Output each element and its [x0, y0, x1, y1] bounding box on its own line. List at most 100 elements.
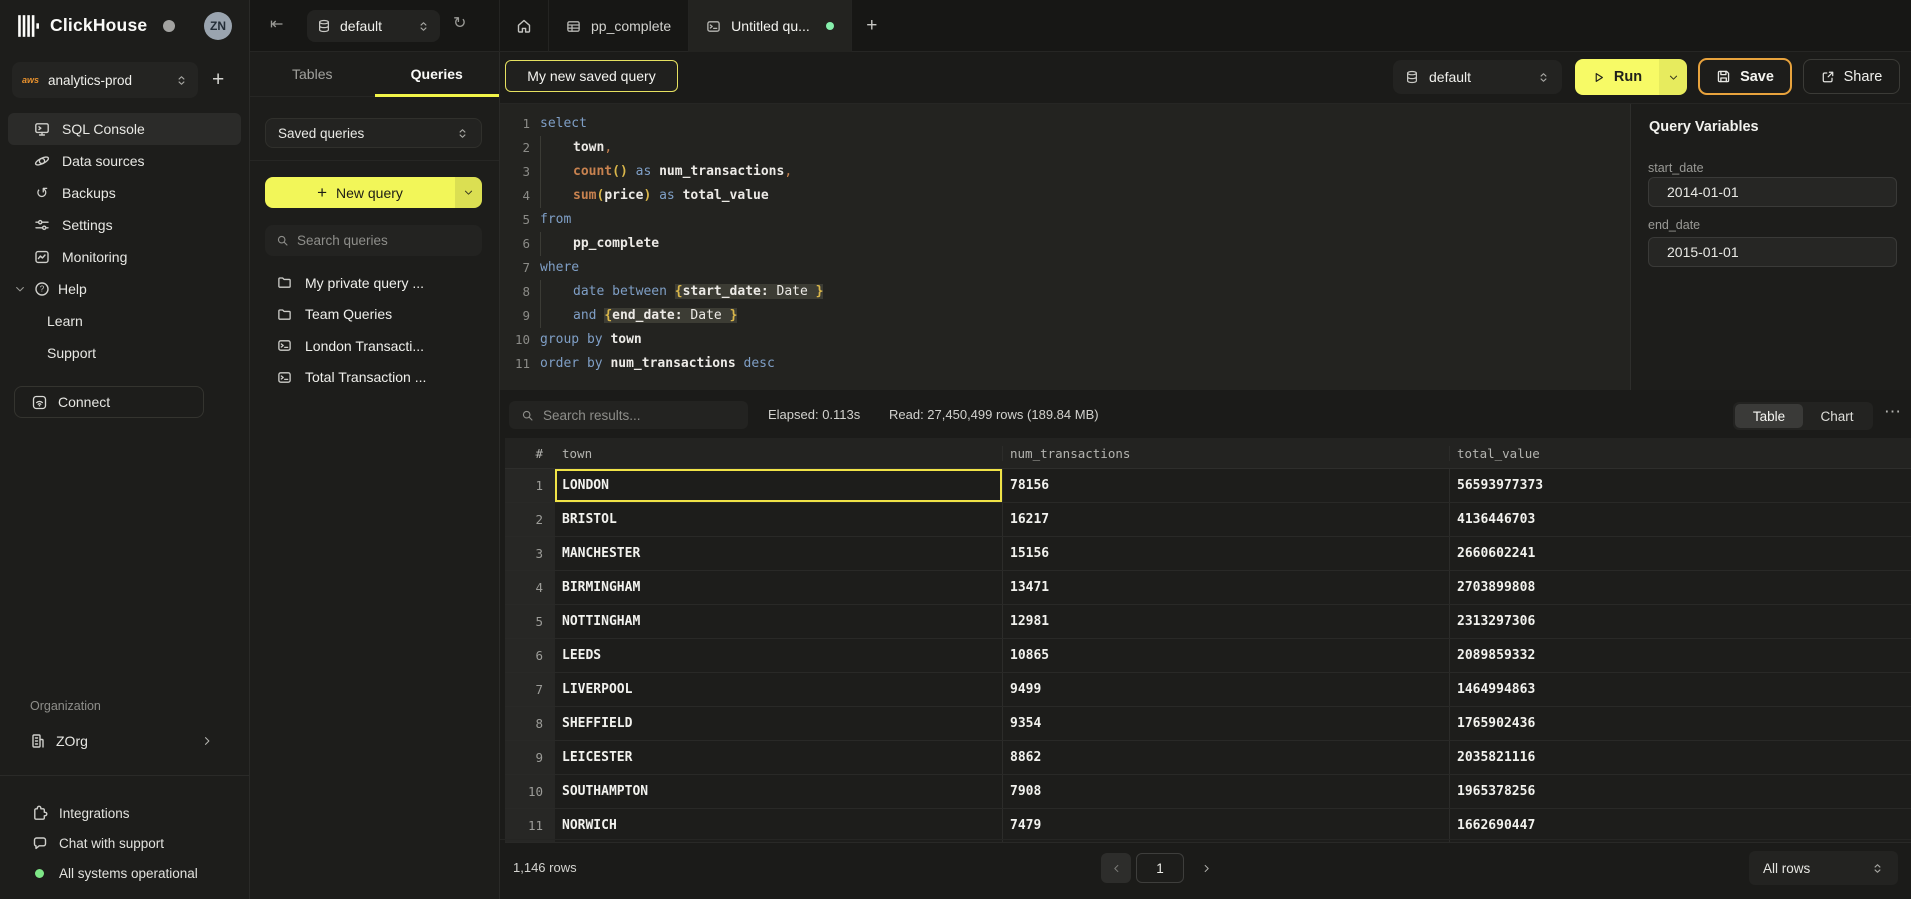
table-row[interactable]: 7LIVERPOOL94991464994863 — [505, 673, 1911, 707]
add-service-button[interactable]: + — [212, 66, 224, 94]
sidebar-item-monitoring[interactable]: Monitoring — [8, 241, 241, 273]
cell-total-value[interactable]: 1662690447 — [1450, 809, 1911, 842]
sidebar-item-learn[interactable]: Learn — [8, 305, 241, 337]
saved-query-item-my-private-query[interactable]: My private query ... — [265, 267, 491, 299]
cell-town[interactable]: MANCHESTER — [555, 537, 1003, 570]
cell-num-transactions[interactable]: 15156 — [1003, 537, 1450, 570]
cell-total-value[interactable]: 1765902436 — [1450, 707, 1911, 740]
refresh-icon[interactable]: ↻ — [453, 16, 466, 32]
cell-total-value[interactable]: 2703899808 — [1450, 571, 1911, 604]
table-row[interactable]: 5NOTTINGHAM129812313297306 — [505, 605, 1911, 639]
cell-num-transactions[interactable]: 16217 — [1003, 503, 1450, 536]
table-row[interactable]: 2BRISTOL162174136446703 — [505, 503, 1911, 537]
cell-town[interactable]: NORWICH — [555, 809, 1003, 842]
tab-untitled-query[interactable]: Untitled qu... — [689, 0, 852, 52]
table-row[interactable]: 9LEICESTER88622035821116 — [505, 741, 1911, 775]
cell-town[interactable]: SHEFFIELD — [555, 707, 1003, 740]
cell-town[interactable]: SOUTHAMPTON — [555, 775, 1003, 808]
next-page-button[interactable] — [1194, 853, 1218, 883]
cell-num-transactions[interactable]: 7908 — [1003, 775, 1450, 808]
cell-town[interactable]: BIRMINGHAM — [555, 571, 1003, 604]
cell-num-transactions[interactable]: 78156 — [1003, 469, 1450, 502]
cell-total-value[interactable]: 1464994863 — [1450, 673, 1911, 706]
cell-town[interactable]: LEICESTER — [555, 741, 1003, 774]
previous-page-button[interactable] — [1101, 853, 1131, 883]
view-toggle-chart[interactable]: Chart — [1803, 404, 1871, 428]
table-row[interactable]: 8SHEFFIELD93541765902436 — [505, 707, 1911, 741]
view-toggle-table[interactable]: Table — [1735, 404, 1803, 428]
cell-total-value[interactable]: 2660602241 — [1450, 537, 1911, 570]
table-row[interactable]: 4BIRMINGHAM134712703899808 — [505, 571, 1911, 605]
cell-total-value[interactable]: 1965378256 — [1450, 775, 1911, 808]
cell-num-transactions[interactable]: 12981 — [1003, 605, 1450, 638]
cell-total-value[interactable]: 4136446703 — [1450, 503, 1911, 536]
cell-total-value[interactable]: 2089859332 — [1450, 639, 1911, 672]
cell-num-transactions[interactable]: 8862 — [1003, 741, 1450, 774]
avatar[interactable]: ZN — [204, 12, 232, 40]
tab-tables[interactable]: Tables — [250, 52, 375, 96]
sidebar-footer-chat-with-support[interactable]: Chat with support — [8, 828, 241, 858]
current-page-indicator[interactable]: 1 — [1136, 853, 1184, 883]
home-button[interactable] — [499, 0, 549, 52]
table-row[interactable]: 3MANCHESTER151562660602241 — [505, 537, 1911, 571]
cell-num-transactions[interactable]: 13471 — [1003, 571, 1450, 604]
cell-town[interactable]: NOTTINGHAM — [555, 605, 1003, 638]
sidebar-footer-all-systems-operational[interactable]: All systems operational — [8, 858, 241, 888]
column-header-num-transactions[interactable]: num_transactions — [1003, 446, 1450, 461]
sidebar-item-help[interactable]: ?Help — [8, 273, 241, 305]
search-results-input[interactable]: Search results... — [509, 401, 748, 429]
cell-total-value[interactable]: 2313297306 — [1450, 605, 1911, 638]
cell-num-transactions[interactable]: 7479 — [1003, 809, 1450, 842]
cell-total-value[interactable]: 2035821116 — [1450, 741, 1911, 774]
saved-query-item-total-transaction[interactable]: Total Transaction ... — [265, 362, 491, 394]
saved-queries-selector[interactable]: Saved queries — [265, 118, 482, 148]
sidebar-item-backups[interactable]: ↺Backups — [8, 177, 241, 209]
tab-pp-complete[interactable]: pp_complete — [549, 0, 689, 52]
saved-query-item-team-queries[interactable]: Team Queries — [265, 299, 491, 331]
run-options-button[interactable] — [1659, 59, 1687, 95]
end-date-input[interactable]: 2015-01-01 — [1648, 237, 1897, 267]
sidebar-item-sql-console[interactable]: SQL Console — [8, 113, 241, 145]
cell-town[interactable]: LIVERPOOL — [555, 673, 1003, 706]
more-options-icon[interactable]: ⋯ — [1884, 402, 1902, 422]
organization-switcher[interactable]: ZOrg — [8, 724, 241, 758]
column-header-index[interactable]: # — [505, 446, 555, 461]
topbar-database-selector[interactable]: default — [307, 10, 440, 42]
run-button[interactable]: Run — [1575, 59, 1659, 95]
new-tab-button[interactable]: + — [852, 0, 892, 52]
new-query-button[interactable]: + New query — [265, 177, 455, 208]
column-header-town[interactable]: town — [555, 446, 1003, 461]
saved-query-tab[interactable]: My new saved query — [505, 60, 678, 92]
cell-num-transactions[interactable]: 9354 — [1003, 707, 1450, 740]
cell-town[interactable]: BRISTOL — [555, 503, 1003, 536]
sidebar-item-data-sources[interactable]: Data sources — [8, 145, 241, 177]
table-row[interactable]: 6LEEDS108652089859332 — [505, 639, 1911, 673]
column-header-total-value[interactable]: total_value — [1450, 446, 1911, 461]
editor-database-selector[interactable]: default — [1393, 60, 1562, 94]
sidebar-item-support[interactable]: Support — [8, 337, 241, 369]
sql-editor[interactable]: 1select2town,3count() as num_transaction… — [500, 104, 1630, 390]
table-row[interactable]: 1LONDON7815656593977373 — [505, 469, 1911, 503]
cell-num-transactions[interactable]: 9499 — [1003, 673, 1450, 706]
saved-query-item-london-transacti[interactable]: London Transacti... — [265, 330, 491, 362]
save-button[interactable]: Save — [1698, 58, 1792, 95]
cell-total-value[interactable]: 56593977373 — [1450, 469, 1911, 502]
search-queries-input[interactable]: Search queries — [265, 225, 482, 256]
cell-town[interactable]: LEEDS — [555, 639, 1003, 672]
table-row[interactable]: 11NORWICH74791662690447 — [505, 809, 1911, 843]
connect-button[interactable]: Connect — [14, 386, 204, 418]
share-button[interactable]: Share — [1803, 59, 1900, 94]
cell-num-transactions[interactable]: 10865 — [1003, 639, 1450, 672]
cell-town[interactable]: LONDON — [555, 469, 1003, 502]
start-date-input[interactable]: 2014-01-01 — [1648, 177, 1897, 207]
table-row[interactable]: 10SOUTHAMPTON79081965378256 — [505, 775, 1911, 809]
topbar: ⇤ default ↻ pp_complete Untitled qu... + — [250, 0, 1911, 52]
page-size-selector[interactable]: All rows — [1749, 851, 1898, 885]
workspace-selector[interactable]: aws analytics-prod — [12, 62, 198, 98]
sidebar-footer-integrations[interactable]: Integrations — [8, 798, 241, 828]
new-query-dropdown-button[interactable] — [455, 177, 482, 208]
sidebar-item-settings[interactable]: Settings — [8, 209, 241, 241]
notification-dot[interactable] — [163, 20, 175, 32]
tab-queries[interactable]: Queries — [375, 52, 500, 96]
collapse-panel-icon[interactable]: ⇤ — [270, 17, 283, 33]
